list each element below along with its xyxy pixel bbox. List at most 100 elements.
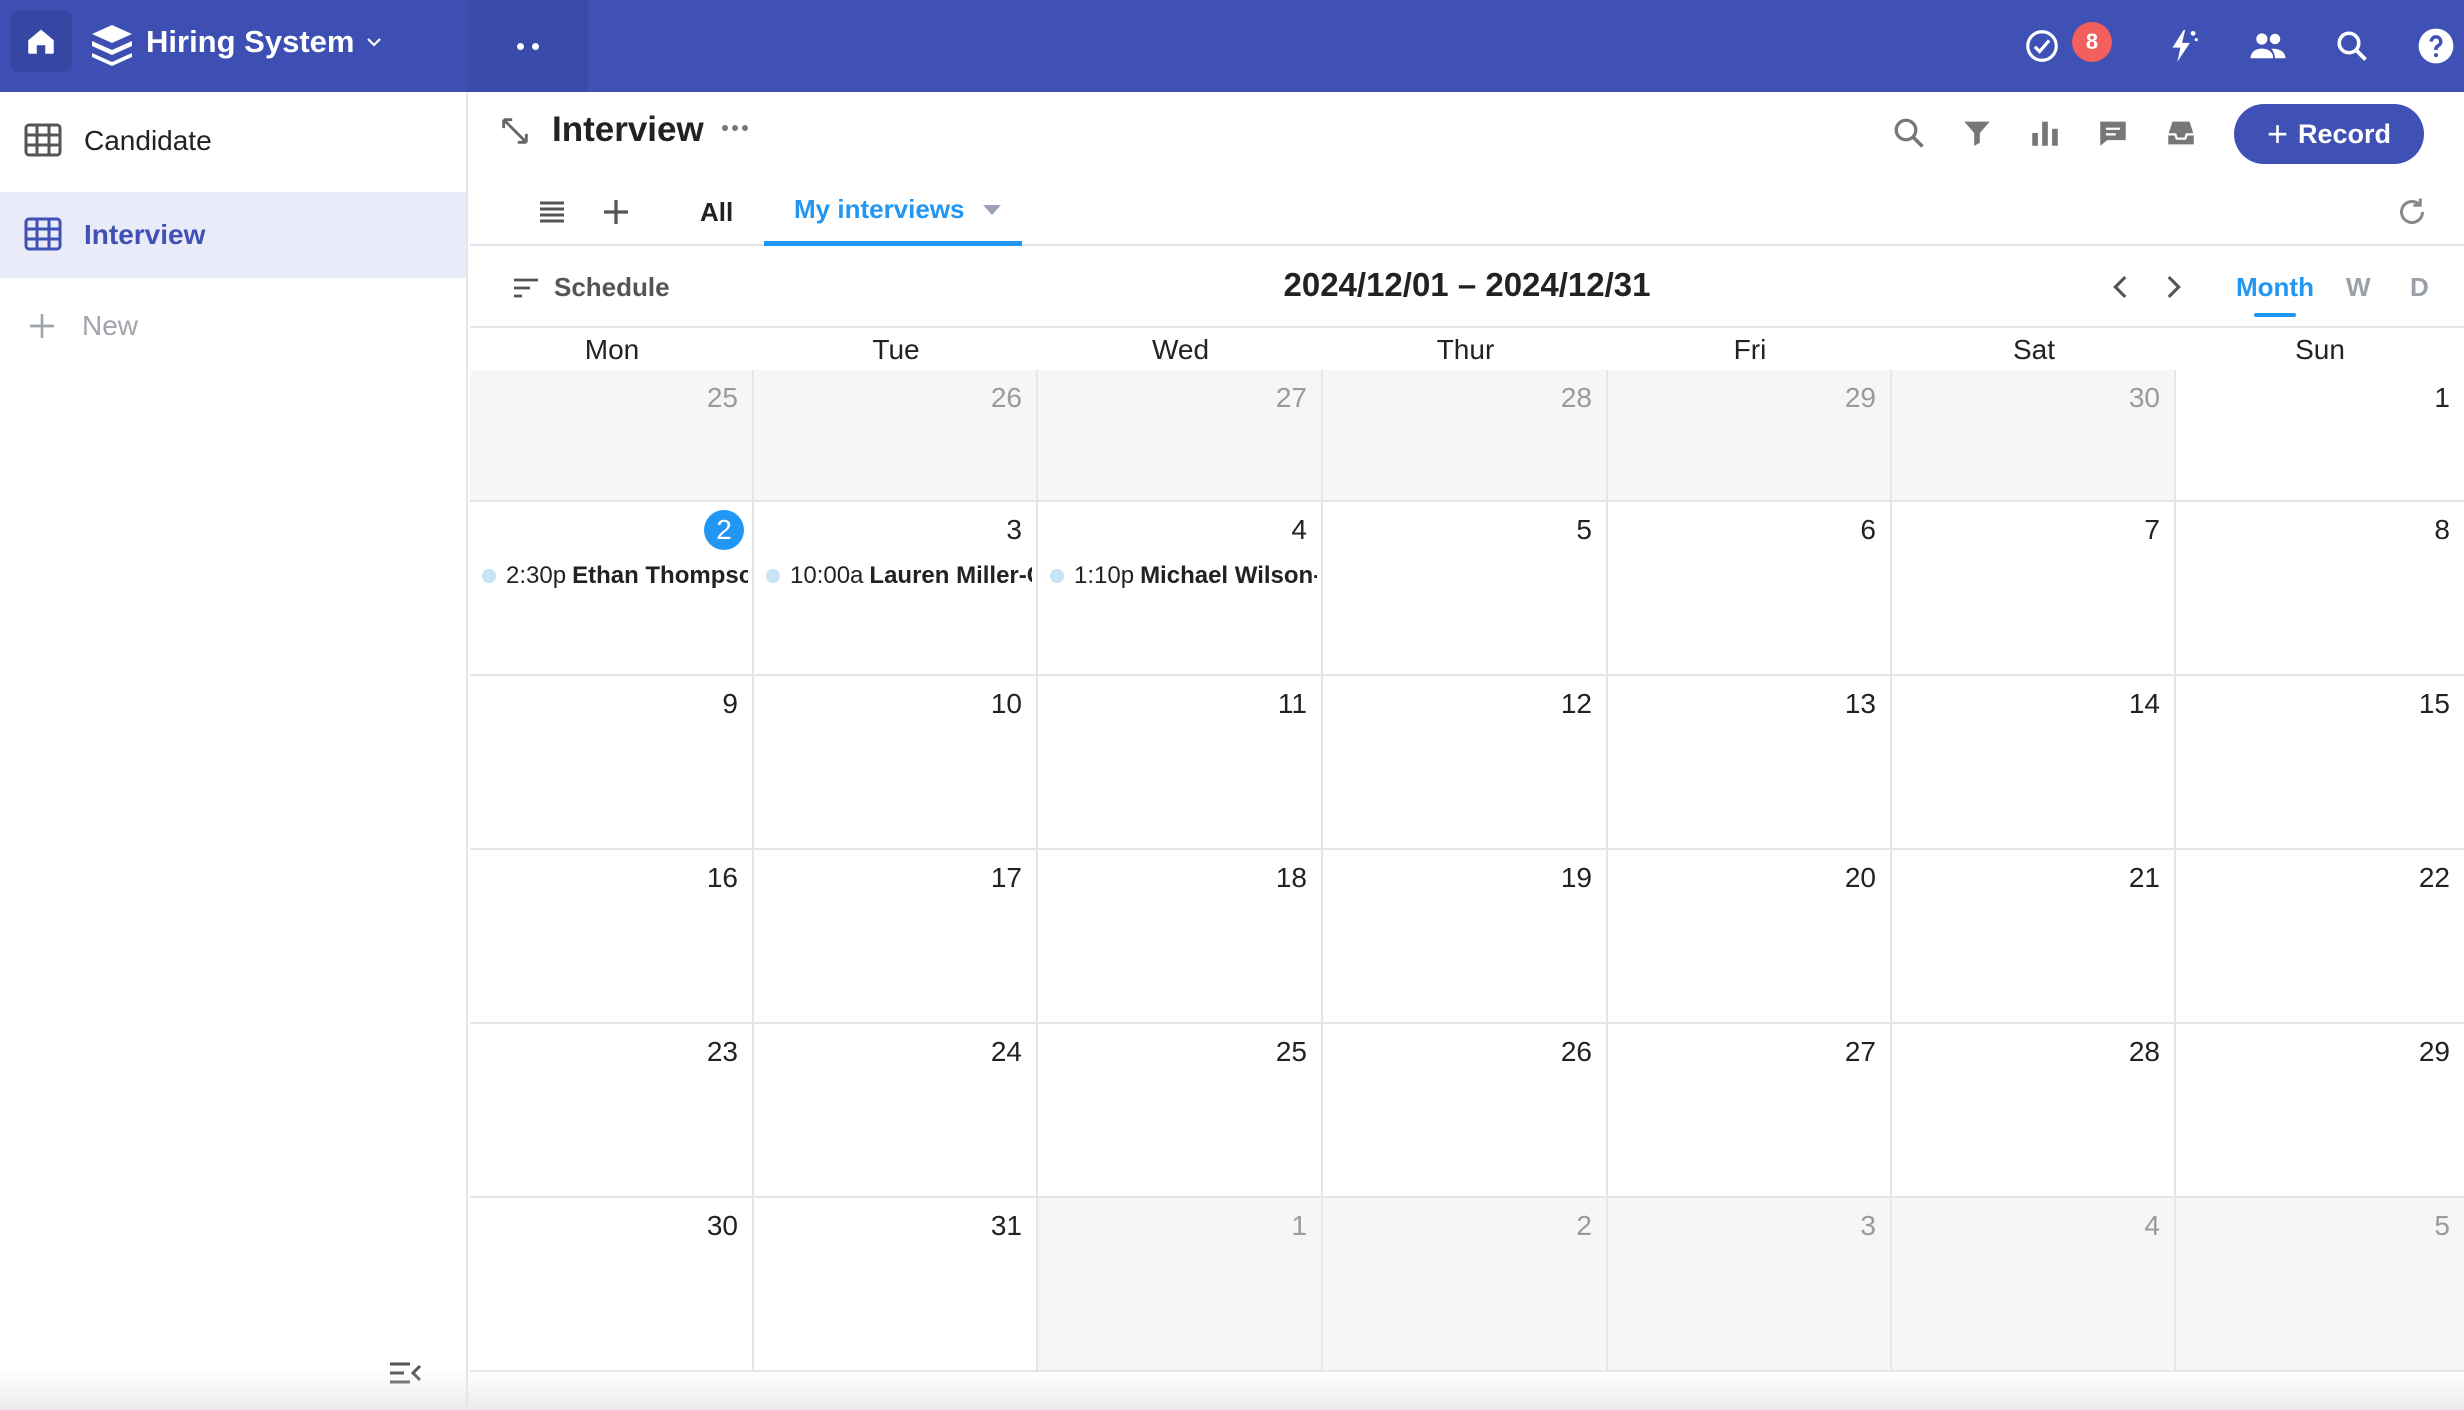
- date-number: 20: [1844, 862, 1876, 893]
- calendar-day-cell[interactable]: 20: [1608, 850, 1892, 1024]
- calendar-day-cell[interactable]: 8: [2176, 502, 2464, 676]
- calendar-day-cell[interactable]: 24: [754, 1024, 1038, 1198]
- calendar-day-cell[interactable]: 26: [754, 370, 1038, 502]
- add-record-button[interactable]: + Record: [2234, 104, 2424, 164]
- chevron-left-icon[interactable]: [2104, 270, 2138, 304]
- check-circle-icon: [2026, 30, 2058, 62]
- calendar-day-cell[interactable]: 30: [1892, 370, 2176, 502]
- calendar-day-cell[interactable]: 11: [1038, 676, 1323, 850]
- calendar-day-cell[interactable]: 14: [1892, 676, 2176, 850]
- calendar-day-cell[interactable]: 30: [470, 1198, 754, 1372]
- calendar-day-cell[interactable]: 17: [754, 850, 1038, 1024]
- calendar-day-cell[interactable]: 29: [2176, 1024, 2464, 1198]
- schedule-field-button[interactable]: Schedule: [554, 272, 670, 303]
- base-name[interactable]: Hiring System: [146, 24, 354, 60]
- date-number: 28: [2128, 1036, 2160, 1067]
- event-dot-icon: [1050, 569, 1064, 583]
- sidebar-item-candidate[interactable]: Candidate: [0, 98, 466, 184]
- calendar-day-cell[interactable]: 25: [1038, 1024, 1323, 1198]
- calendar-day-cell[interactable]: 16: [470, 850, 754, 1024]
- day-mode-button[interactable]: D: [2410, 272, 2429, 303]
- calendar-day-cell[interactable]: 15: [2176, 676, 2464, 850]
- calendar-day-cell[interactable]: 4 1:10p Michael Wilson-: [1038, 502, 1323, 676]
- calendar-day-cell[interactable]: 21: [1892, 850, 2176, 1024]
- automation-button[interactable]: [2160, 24, 2204, 68]
- add-table-button[interactable]: New: [0, 296, 466, 356]
- collapse-sidebar-icon[interactable]: [386, 1356, 426, 1390]
- calendar-day-cell[interactable]: 13: [1608, 676, 1892, 850]
- calendar-day-cell[interactable]: 2 2:30pEthan Thompson: [470, 502, 754, 676]
- calendar-day-cell[interactable]: 25: [470, 370, 754, 502]
- weekday-header: Sun: [2295, 334, 2345, 365]
- expand-icon[interactable]: [498, 114, 532, 148]
- calendar-event[interactable]: 2:30pEthan Thompson: [482, 558, 748, 594]
- calendar-event[interactable]: 10:00a Lauren Miller-C: [766, 558, 1032, 594]
- calendar-day-cell[interactable]: 4: [1892, 1198, 2176, 1372]
- refresh-icon[interactable]: [2394, 194, 2430, 230]
- chevron-down-icon[interactable]: [362, 30, 386, 54]
- chevron-right-icon[interactable]: [2156, 270, 2190, 304]
- calendar-day-cell[interactable]: 12: [1323, 676, 1608, 850]
- date-number: 19: [1560, 862, 1592, 893]
- calendar-day-cell[interactable]: 29: [1608, 370, 1892, 502]
- tab-all[interactable]: All: [700, 178, 733, 246]
- members-button[interactable]: [2246, 24, 2290, 68]
- calendar-day-cell[interactable]: 5: [1323, 502, 1608, 676]
- date-number: 14: [2128, 688, 2160, 719]
- statistics-button[interactable]: [2024, 112, 2066, 154]
- help-button[interactable]: [2414, 24, 2458, 68]
- calendar-day-cell[interactable]: 19: [1323, 850, 1608, 1024]
- view-list-icon[interactable]: [534, 194, 570, 230]
- page-title: Interview: [552, 110, 704, 149]
- calendar-day-cell[interactable]: 7: [1892, 502, 2176, 676]
- calendar-day-cell[interactable]: 5: [2176, 1198, 2464, 1372]
- event-title: Michael Wilson-: [1140, 562, 1317, 589]
- calendar-day-cell[interactable]: 3 10:00a Lauren Miller-C: [754, 502, 1038, 676]
- base-switcher[interactable]: Hiring System: [0, 0, 468, 92]
- calendar-day-cell[interactable]: 27: [1038, 370, 1323, 502]
- dot-icon: [517, 42, 524, 50]
- month-mode-button[interactable]: Month: [2236, 272, 2314, 317]
- calendar-day-cell[interactable]: 23: [470, 1024, 754, 1198]
- sidebar-item-interview[interactable]: Interview: [0, 192, 466, 278]
- tasks-button[interactable]: [2020, 24, 2064, 68]
- today-date-number: 2: [704, 510, 744, 550]
- calendar-day-cell[interactable]: 2: [1323, 1198, 1608, 1372]
- calendar-day-cell[interactable]: 28: [1323, 370, 1608, 502]
- calendar-event[interactable]: 1:10p Michael Wilson-: [1050, 558, 1317, 594]
- date-number: 4: [2144, 1210, 2160, 1241]
- home-button[interactable]: [10, 10, 72, 72]
- calendar-day-cell[interactable]: 31: [754, 1198, 1038, 1372]
- search-button[interactable]: [1888, 112, 1930, 154]
- inbox-button[interactable]: [2160, 112, 2202, 154]
- date-number: 29: [1844, 382, 1876, 413]
- more-menu-button[interactable]: [468, 0, 588, 92]
- comments-button[interactable]: [2092, 112, 2134, 154]
- calendar-day-cell[interactable]: 1: [1038, 1198, 1323, 1372]
- sort-lines-icon[interactable]: [510, 272, 542, 304]
- date-number: 3: [1006, 514, 1022, 545]
- calendar-day-cell[interactable]: 9: [470, 676, 754, 850]
- calendar-day-cell[interactable]: 1: [2176, 370, 2464, 502]
- date-number: 17: [990, 862, 1022, 893]
- event-title: Lauren Miller-C: [869, 562, 1032, 589]
- calendar-day-cell[interactable]: 10: [754, 676, 1038, 850]
- add-view-icon[interactable]: [598, 194, 634, 230]
- notification-badge[interactable]: 8: [2072, 22, 2112, 62]
- calendar-day-cell[interactable]: 18: [1038, 850, 1323, 1024]
- filter-button[interactable]: [1956, 112, 1998, 154]
- table-more-button[interactable]: [718, 116, 752, 140]
- date-number: 23: [706, 1036, 738, 1067]
- tab-my-interviews[interactable]: My interviews: [764, 178, 1022, 246]
- calendar-day-cell[interactable]: 27: [1608, 1024, 1892, 1198]
- date-number: 9: [722, 688, 738, 719]
- calendar-day-cell[interactable]: 28: [1892, 1024, 2176, 1198]
- calendar-day-cell[interactable]: 22: [2176, 850, 2464, 1024]
- date-number: 26: [990, 382, 1022, 413]
- calendar-day-cell[interactable]: 6: [1608, 502, 1892, 676]
- calendar-day-cell[interactable]: 26: [1323, 1024, 1608, 1198]
- global-search-button[interactable]: [2330, 24, 2374, 68]
- week-mode-button[interactable]: W: [2346, 272, 2371, 303]
- caret-down-icon[interactable]: [982, 204, 1001, 215]
- calendar-day-cell[interactable]: 3: [1608, 1198, 1892, 1372]
